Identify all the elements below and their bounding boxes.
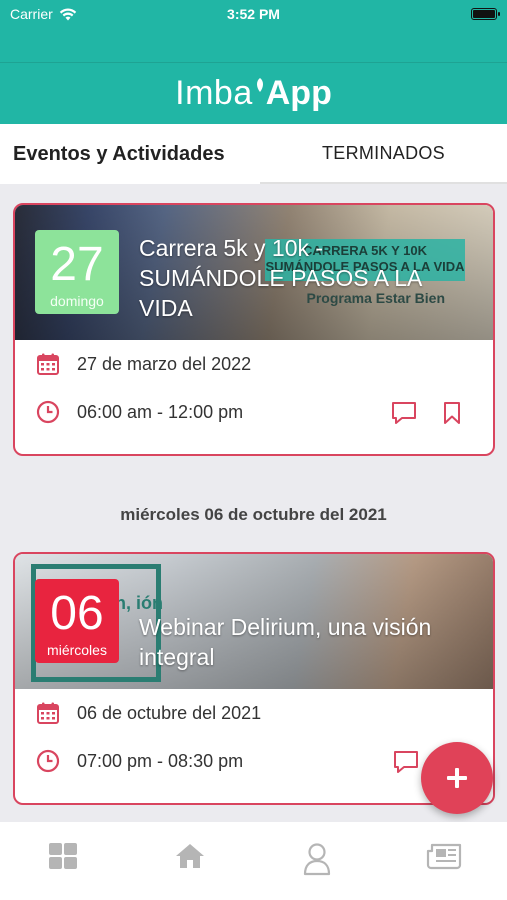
status-bar: Carrier 3:52 PM [0,0,507,62]
nav-profile[interactable] [254,822,381,900]
date-weekday: miércoles [47,642,107,658]
logo-text-light: Imba [175,74,253,112]
clock-icon [35,399,61,425]
plus-icon [447,768,467,788]
nav-dashboard[interactable] [0,822,127,900]
date-badge: 27 domingo [35,230,119,314]
event-time: 06:00 am - 12:00 pm [77,401,244,422]
event-date-row: 06 de octubre del 2021 [15,689,493,737]
comment-icon[interactable] [393,749,419,775]
clock-icon [35,748,61,774]
battery-icon [471,8,500,20]
nav-news[interactable] [380,822,507,900]
calendar-icon [35,700,61,726]
event-time-row: 06:00 am - 12:00 pm [15,388,493,436]
news-icon [426,843,461,870]
logo-text-bold: App [265,74,332,112]
date-weekday: domingo [50,293,104,309]
bottom-nav [0,822,507,900]
grid-icon [49,843,78,869]
event-banner-image: CARRERA 5K Y 10K SUMÁNDOLE PASOS A LA VI… [15,205,493,340]
status-time: 3:52 PM [227,6,280,22]
calendar-icon [35,351,61,377]
user-icon [303,843,330,876]
app-logo: Imba App [175,74,332,113]
add-event-button[interactable] [421,742,493,814]
app-header: Imba App [0,62,507,124]
event-date-row: 27 de marzo del 2022 [15,340,493,388]
date-day: 27 [50,238,104,291]
event-title: Webinar Delirium, una visión integral [139,614,432,670]
leaf-icon [256,78,263,92]
event-banner-image: n, ión 06 miércoles Webinar Delirium, un… [15,554,493,689]
banner-text: n, ión [115,593,163,613]
date-badge: 06 miércoles [35,579,119,663]
date-day: 06 [50,587,104,640]
event-time: 07:00 pm - 08:30 pm [77,750,244,771]
event-date: 06 de octubre del 2021 [77,702,262,723]
home-icon [176,844,205,868]
event-card[interactable]: CARRERA 5K Y 10K SUMÁNDOLE PASOS A LA VI… [13,203,495,456]
event-title: Carrera 5k y 10k - SUMÁNDOLE PASOS A LA … [139,235,422,321]
section-date-header: miércoles 06 de octubre del 2021 [120,505,387,524]
tab-bar: Eventos y Actividades TERMINADOS [0,124,507,184]
tab-ended[interactable]: TERMINADOS [260,124,507,184]
event-date: 27 de marzo del 2022 [77,353,252,374]
tab-events[interactable]: Eventos y Actividades [0,124,260,184]
nav-home[interactable] [127,822,254,900]
comment-icon[interactable] [391,400,417,426]
bookmark-icon[interactable] [439,400,465,426]
